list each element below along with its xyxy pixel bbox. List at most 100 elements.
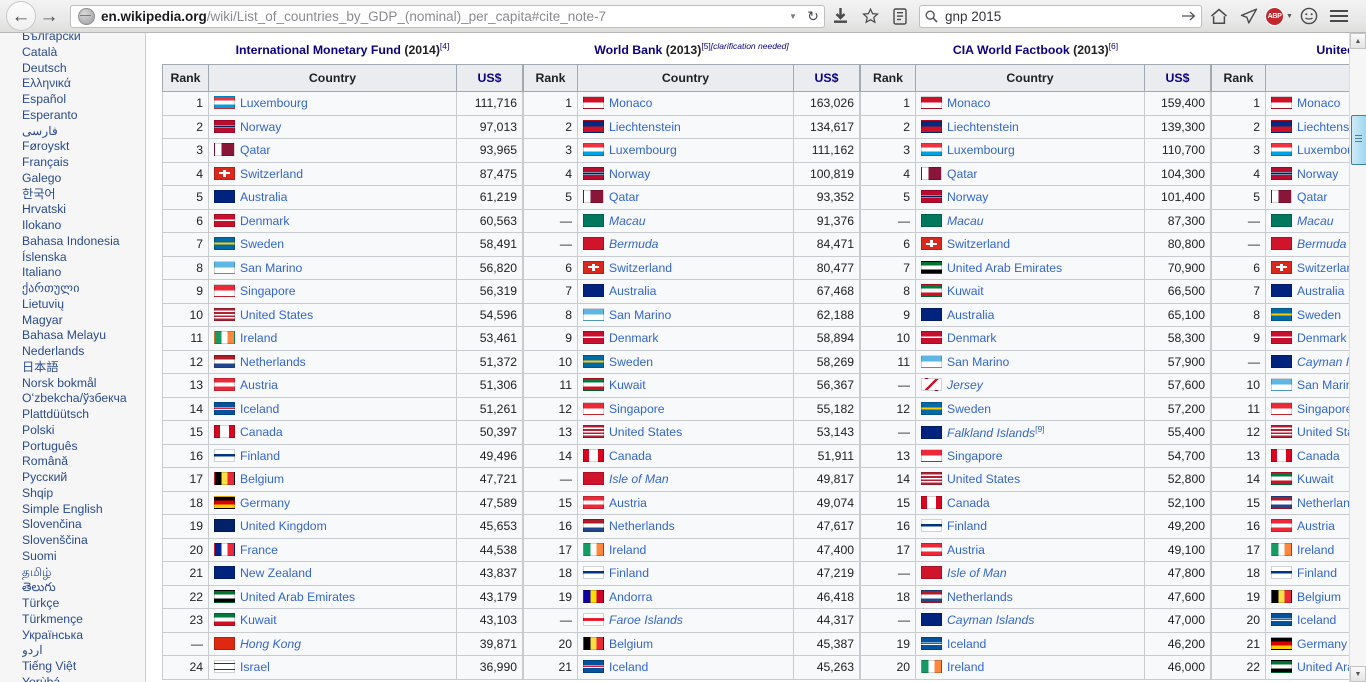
- sidebar-language-link[interactable]: தமிழ்: [22, 565, 145, 581]
- country-link[interactable]: Canada: [1297, 449, 1340, 463]
- country-link[interactable]: Norway: [240, 120, 281, 134]
- country-link[interactable]: Sweden: [240, 237, 284, 251]
- table-source-link[interactable]: International Monetary Fund: [236, 43, 401, 57]
- country-link[interactable]: Singapore: [947, 449, 1003, 463]
- country-link[interactable]: Iceland: [947, 637, 986, 651]
- country-link[interactable]: Luxembourg: [947, 143, 1015, 157]
- search-input[interactable]: gnp 2015: [942, 9, 1177, 24]
- country-link[interactable]: France: [240, 543, 278, 557]
- country-link[interactable]: Singapore: [240, 284, 296, 298]
- address-bar[interactable]: en.wikipedia.org/wiki/List_of_countries_…: [70, 4, 825, 28]
- pocket-send-icon[interactable]: [1234, 1, 1264, 31]
- country-link[interactable]: United Arab Emirates: [1297, 660, 1350, 674]
- table-ref-extra[interactable]: [clarification needed]: [711, 41, 789, 51]
- sidebar-language-link[interactable]: Lietuvių: [22, 297, 145, 313]
- bookmark-star-icon[interactable]: [855, 1, 885, 31]
- sidebar-language-link[interactable]: Ελληνικά: [22, 76, 145, 92]
- country-link[interactable]: United States: [1297, 425, 1350, 439]
- country-link[interactable]: Canada: [240, 425, 283, 439]
- country-link[interactable]: Cayman Islands: [1297, 355, 1350, 369]
- table-source-link[interactable]: CIA World Factbook: [953, 43, 1070, 57]
- country-link[interactable]: Falkland Islands: [947, 426, 1035, 440]
- country-link[interactable]: Finland: [1297, 566, 1337, 580]
- sidebar-language-link[interactable]: Bahasa Melayu: [22, 328, 145, 344]
- sidebar-language-link[interactable]: Hrvatski: [22, 202, 145, 218]
- sidebar-language-link[interactable]: Українська: [22, 628, 145, 644]
- country-link[interactable]: Finland: [240, 449, 280, 463]
- country-link[interactable]: Netherlands: [1297, 496, 1350, 510]
- country-link[interactable]: Switzerland: [240, 167, 303, 181]
- country-link[interactable]: San Marino: [240, 261, 302, 275]
- sidebar-language-link[interactable]: Bahasa Indonesia: [22, 234, 145, 250]
- sidebar-language-link[interactable]: Tiếng Việt: [22, 659, 145, 675]
- country-link[interactable]: San Marino: [609, 308, 671, 322]
- country-link[interactable]: Denmark: [240, 214, 289, 228]
- country-link[interactable]: Luxembourg: [240, 96, 308, 110]
- search-submit-arrow-icon[interactable]: [1177, 6, 1201, 26]
- table-ref[interactable]: [4]: [440, 41, 449, 51]
- country-link[interactable]: Ireland: [947, 660, 984, 674]
- country-link[interactable]: Austria: [609, 496, 647, 510]
- abp-chevron-down-icon[interactable]: ▼: [1286, 13, 1293, 20]
- sidebar-language-link[interactable]: Plattdüütsch: [22, 407, 145, 423]
- country-link[interactable]: Austria: [240, 378, 278, 392]
- country-link[interactable]: Switzerland: [947, 237, 1010, 251]
- country-link[interactable]: Israel: [240, 660, 270, 674]
- country-link[interactable]: Norway: [947, 190, 988, 204]
- country-link[interactable]: Hong Kong: [240, 637, 301, 651]
- country-link[interactable]: Denmark: [947, 331, 996, 345]
- back-button[interactable]: ←: [6, 1, 36, 31]
- country-link[interactable]: Sweden: [609, 355, 653, 369]
- country-link[interactable]: Australia: [947, 308, 994, 322]
- country-link[interactable]: Macau: [947, 214, 984, 228]
- country-link[interactable]: Jersey: [947, 378, 983, 392]
- sidebar-language-link[interactable]: Suomi: [22, 549, 145, 565]
- country-link[interactable]: Australia: [240, 190, 287, 204]
- country-link[interactable]: Austria: [947, 543, 985, 557]
- sidebar-language-link[interactable]: Русский: [22, 470, 145, 486]
- country-link[interactable]: Kuwait: [947, 284, 984, 298]
- country-link[interactable]: Bermuda: [609, 237, 658, 251]
- sidebar-language-link[interactable]: Deutsch: [22, 61, 145, 77]
- country-link[interactable]: Canada: [947, 496, 990, 510]
- country-link[interactable]: Australia: [609, 284, 656, 298]
- sidebar-language-link[interactable]: Português: [22, 439, 145, 455]
- country-link[interactable]: Canada: [609, 449, 652, 463]
- country-link[interactable]: Singapore: [1297, 402, 1350, 416]
- country-link[interactable]: Belgium: [240, 472, 284, 486]
- country-link[interactable]: New Zealand: [240, 566, 312, 580]
- hamburger-menu-icon[interactable]: [1324, 1, 1354, 31]
- page-scrollbar[interactable]: ▲ ▼: [1349, 33, 1366, 682]
- chevron-down-icon[interactable]: ▼: [784, 12, 802, 21]
- table-source-link[interactable]: United Nations: [1316, 43, 1350, 57]
- sidebar-language-link[interactable]: Français: [22, 155, 145, 171]
- country-link[interactable]: Bermuda: [1297, 237, 1346, 251]
- home-icon[interactable]: [1204, 1, 1234, 31]
- country-link[interactable]: Isle of Man: [609, 472, 669, 486]
- sidebar-language-link[interactable]: Shqip: [22, 486, 145, 502]
- sidebar-language-link[interactable]: Türkmençe: [22, 612, 145, 628]
- sidebar-language-link[interactable]: Norsk bokmål: [22, 376, 145, 392]
- country-link[interactable]: Iceland: [1297, 613, 1336, 627]
- sidebar-language-link[interactable]: Íslenska: [22, 250, 145, 266]
- scroll-up-arrow-icon[interactable]: ▲: [1350, 33, 1366, 49]
- sidebar-language-link[interactable]: Ilokano: [22, 218, 145, 234]
- country-link[interactable]: Austria: [1297, 519, 1335, 533]
- sidebar-language-link[interactable]: తెలుగు: [22, 580, 145, 596]
- sidebar-language-link[interactable]: فارسی: [22, 124, 145, 140]
- country-link[interactable]: Denmark: [609, 331, 658, 345]
- country-link[interactable]: Finland: [609, 566, 649, 580]
- country-link[interactable]: Kuwait: [240, 613, 277, 627]
- country-link[interactable]: Sweden: [947, 402, 991, 416]
- country-link[interactable]: Monaco: [947, 96, 990, 110]
- sidebar-language-link[interactable]: Català: [22, 45, 145, 61]
- cell-ref[interactable]: [9]: [1035, 424, 1044, 434]
- country-link[interactable]: Sweden: [1297, 308, 1341, 322]
- country-link[interactable]: Finland: [947, 519, 987, 533]
- smiley-icon[interactable]: [1294, 1, 1324, 31]
- sidebar-language-link[interactable]: Slovenčina: [22, 517, 145, 533]
- country-link[interactable]: United States: [240, 308, 313, 322]
- sidebar-language-link[interactable]: Nederlands: [22, 344, 145, 360]
- country-link[interactable]: Ireland: [240, 331, 277, 345]
- country-link[interactable]: Switzerland: [609, 261, 672, 275]
